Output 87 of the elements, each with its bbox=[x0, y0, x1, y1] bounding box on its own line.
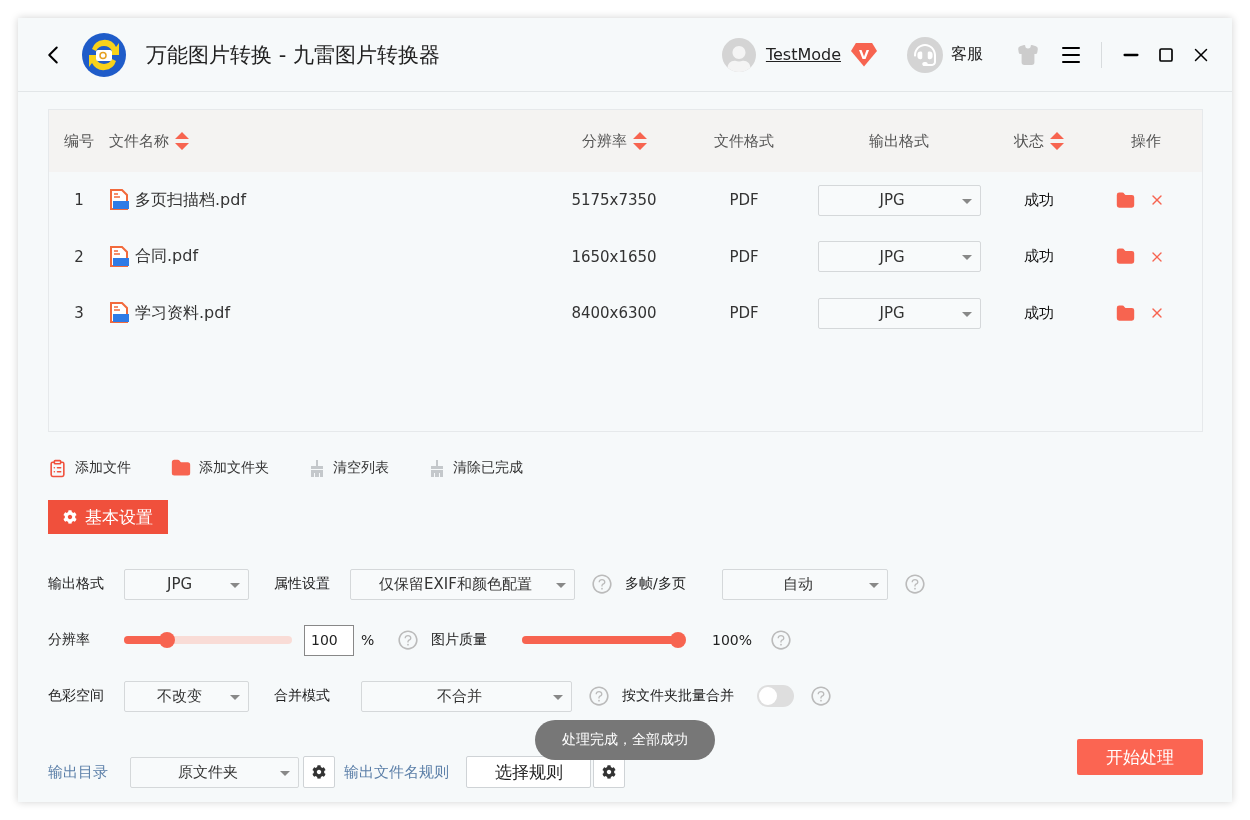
status-cell: 成功 bbox=[1024, 247, 1054, 267]
clipboard-icon bbox=[48, 458, 67, 478]
row-number: 3 bbox=[74, 304, 84, 323]
folder-icon[interactable] bbox=[1116, 247, 1135, 267]
gear-icon bbox=[63, 510, 77, 524]
setting-label: 合并模式 bbox=[274, 687, 331, 705]
status-cell: 成功 bbox=[1024, 190, 1054, 210]
quality-slider[interactable] bbox=[522, 632, 686, 648]
color-space-select[interactable]: 不改变 bbox=[124, 680, 249, 712]
settings-tab[interactable]: 基本设置 bbox=[48, 500, 168, 534]
username-link[interactable]: TestMode bbox=[765, 45, 841, 64]
help-icon[interactable] bbox=[904, 573, 926, 595]
toolbar-button[interactable]: 添加文件夹 bbox=[171, 458, 269, 478]
row-number: 1 bbox=[74, 191, 84, 210]
help-icon[interactable] bbox=[591, 573, 613, 595]
attributes-select[interactable]: 仅保留EXIF和颜色配置 bbox=[350, 568, 575, 600]
select-rule-button[interactable]: 选择规则 bbox=[466, 756, 591, 788]
broom-icon bbox=[429, 459, 445, 477]
slider-thumb[interactable] bbox=[158, 632, 175, 648]
unit-label: % bbox=[361, 632, 376, 648]
toolbar-button[interactable]: 添加文件 bbox=[48, 458, 131, 478]
pdf-file-icon bbox=[109, 302, 129, 325]
column-header[interactable]: 状态 bbox=[1014, 131, 1044, 151]
file-name: 多页扫描档.pdf bbox=[135, 189, 247, 211]
maximize-icon[interactable] bbox=[1158, 46, 1174, 63]
shirt-icon[interactable] bbox=[1017, 43, 1039, 66]
multi-frame-select[interactable]: 自动 bbox=[722, 568, 888, 600]
setting-label: 按文件夹批量合并 bbox=[622, 687, 735, 705]
resolution-slider[interactable] bbox=[124, 632, 292, 648]
setting-label: 多帧/多页 bbox=[625, 575, 687, 593]
setting-label: 分辨率 bbox=[48, 631, 91, 649]
file-name: 学习资料.pdf bbox=[135, 302, 231, 324]
resolution-cell: 1650x1650 bbox=[571, 247, 657, 266]
column-header[interactable]: 分辨率 bbox=[581, 131, 627, 151]
setting-label: 色彩空间 bbox=[48, 687, 105, 705]
help-icon[interactable] bbox=[770, 629, 792, 651]
settings-button[interactable] bbox=[303, 756, 335, 788]
folder-icon[interactable] bbox=[1116, 303, 1135, 323]
output-dir-select[interactable]: 原文件夹 bbox=[130, 756, 299, 788]
output-format-select[interactable]: JPG bbox=[817, 297, 981, 329]
help-icon[interactable] bbox=[397, 629, 419, 651]
setting-label: 属性设置 bbox=[274, 575, 331, 593]
headset-icon[interactable] bbox=[907, 36, 943, 73]
gear-icon bbox=[312, 765, 326, 779]
folder-icon[interactable] bbox=[1116, 190, 1135, 210]
toolbar-button[interactable]: 清空列表 bbox=[309, 459, 389, 477]
filename-rule-link[interactable]: 输出文件名规则 bbox=[344, 762, 449, 782]
column-header[interactable]: 文件名称 bbox=[109, 131, 169, 151]
output-format-select[interactable]: JPG bbox=[124, 568, 249, 600]
format-cell: PDF bbox=[729, 191, 759, 210]
format-cell: PDF bbox=[729, 247, 759, 266]
broom-icon bbox=[309, 459, 325, 477]
column-header: 文件格式 bbox=[714, 131, 774, 151]
column-header: 输出格式 bbox=[869, 131, 929, 151]
help-icon[interactable] bbox=[810, 685, 832, 707]
column-header: 操作 bbox=[1130, 131, 1161, 151]
resolution-input[interactable]: 100 bbox=[304, 624, 354, 656]
setting-label: 图片质量 bbox=[431, 631, 488, 649]
file-name: 合同.pdf bbox=[135, 246, 199, 268]
pdf-file-icon bbox=[109, 245, 129, 268]
sort-icon[interactable] bbox=[632, 132, 647, 150]
gear-icon bbox=[602, 765, 616, 779]
folder-icon bbox=[171, 458, 191, 478]
format-cell: PDF bbox=[729, 304, 759, 323]
merge-mode-select[interactable]: 不合并 bbox=[361, 680, 572, 712]
app-logo-icon bbox=[82, 32, 126, 77]
merge-toggle[interactable] bbox=[757, 685, 794, 707]
help-icon[interactable] bbox=[588, 685, 610, 707]
setting-label: 输出格式 bbox=[48, 575, 105, 593]
output-format-select[interactable]: JPG bbox=[817, 241, 981, 273]
status-cell: 成功 bbox=[1024, 303, 1054, 323]
vip-badge: V bbox=[851, 42, 877, 67]
resolution-cell: 5175x7350 bbox=[571, 191, 657, 210]
toast-message: 处理完成，全部成功 bbox=[535, 720, 715, 760]
row-number: 2 bbox=[74, 247, 84, 266]
sort-icon[interactable] bbox=[1050, 132, 1064, 150]
pdf-file-icon bbox=[109, 189, 129, 212]
output-format-select[interactable]: JPG bbox=[817, 184, 981, 216]
slider-thumb[interactable] bbox=[670, 632, 686, 648]
resolution-cell: 8400x6300 bbox=[571, 304, 657, 323]
quality-reading: 100% bbox=[712, 632, 754, 648]
toolbar-button[interactable]: 清除已完成 bbox=[429, 459, 523, 477]
window-title: 万能图片转换 - 九雷图片转换器 bbox=[146, 41, 441, 69]
sort-icon[interactable] bbox=[175, 132, 189, 150]
support-label[interactable]: 客服 bbox=[951, 44, 983, 65]
column-header: 编号 bbox=[64, 131, 94, 151]
output-dir-link[interactable]: 输出目录 bbox=[48, 762, 108, 782]
